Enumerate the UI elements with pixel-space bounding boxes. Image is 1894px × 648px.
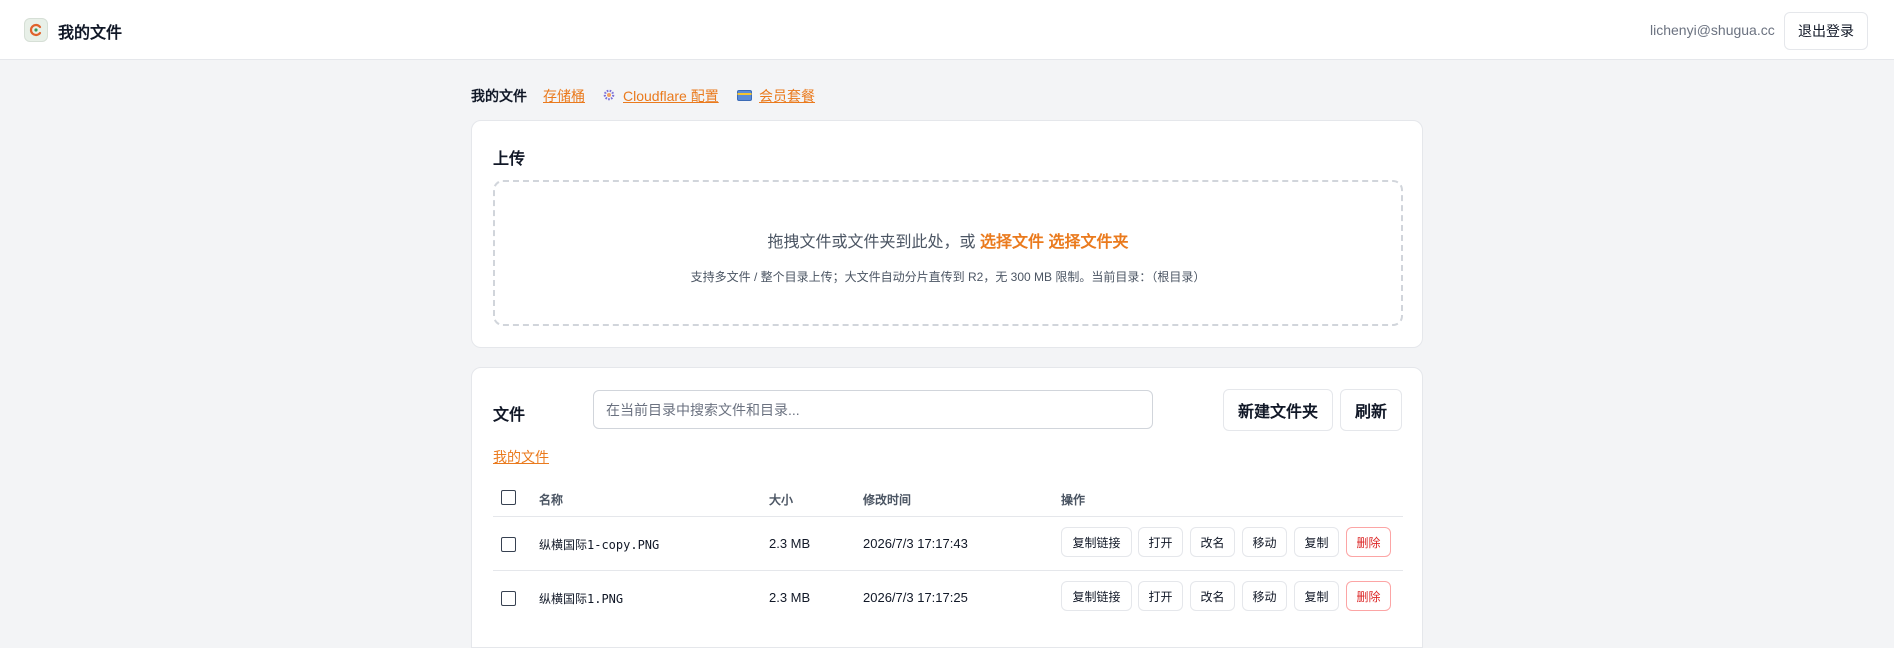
- nav-item-buckets[interactable]: 存储桶: [543, 86, 585, 106]
- file-size: 2.3 MB: [769, 536, 811, 551]
- file-name[interactable]: 纵横国际1-copy.PNG: [539, 536, 659, 553]
- delete-button[interactable]: 删除: [1346, 581, 1391, 611]
- dropzone-text: 拖拽文件或文件夹到此处，或 选择文件 选择文件夹: [495, 228, 1401, 252]
- select-all-checkbox[interactable]: [501, 490, 516, 505]
- table-row: 纵横国际1-copy.PNG 2.3 MB 2026/7/3 17:17:43 …: [493, 516, 1403, 570]
- select-folder-link[interactable]: 选择文件夹: [1048, 234, 1128, 251]
- nav-item-my-files: 我的文件: [471, 88, 527, 104]
- delete-button[interactable]: 删除: [1346, 527, 1391, 557]
- copy-link-button[interactable]: 复制链接: [1061, 527, 1132, 557]
- drop-instructions: 拖拽文件或文件夹到此处，或: [767, 234, 976, 251]
- top-bar: 我的文件 lichenyi@shugua.cc 退出登录: [0, 0, 1894, 60]
- gear-icon: [602, 86, 616, 105]
- upload-title: 上传: [493, 151, 526, 168]
- breadcrumb[interactable]: 我的文件: [493, 447, 549, 467]
- rename-button[interactable]: 改名: [1190, 527, 1235, 557]
- open-button[interactable]: 打开: [1138, 527, 1183, 557]
- copy-button[interactable]: 复制: [1294, 581, 1339, 611]
- select-file-link[interactable]: 选择文件: [980, 234, 1044, 251]
- file-modified: 2026/7/3 17:17:25: [863, 590, 968, 605]
- upload-hint: 支持多文件 / 整个目录上传；大文件自动分片直传到 R2，无 300 MB 限制…: [690, 270, 1206, 284]
- files-card: 文件 新建文件夹 刷新 我的文件 名称 大小 修改时间 操作 纵横国际1-cop…: [471, 367, 1423, 648]
- files-title: 文件: [493, 407, 526, 424]
- refresh-button[interactable]: 刷新: [1340, 389, 1402, 431]
- app-title: 我的文件: [58, 25, 123, 42]
- row-checkbox[interactable]: [501, 591, 516, 606]
- app-logo-icon: [24, 18, 48, 42]
- move-button[interactable]: 移动: [1242, 581, 1287, 611]
- nav-item-membership[interactable]: 会员套餐: [759, 86, 815, 106]
- column-header-size: 大小: [769, 493, 794, 507]
- row-checkbox[interactable]: [501, 537, 516, 552]
- file-size: 2.3 MB: [769, 590, 811, 605]
- logout-button[interactable]: 退出登录: [1784, 12, 1868, 50]
- upload-card: 上传 拖拽文件或文件夹到此处，或 选择文件 选择文件夹 支持多文件 / 整个目录…: [471, 120, 1423, 348]
- file-name[interactable]: 纵横国际1.PNG: [539, 590, 623, 607]
- nav-item-cloudflare-config[interactable]: Cloudflare 配置: [623, 86, 719, 106]
- new-folder-button[interactable]: 新建文件夹: [1223, 389, 1333, 431]
- search-input[interactable]: [593, 390, 1153, 429]
- card-icon: [737, 86, 752, 105]
- user-email: lichenyi@shugua.cc: [1650, 22, 1775, 38]
- column-header-modified: 修改时间: [863, 493, 912, 507]
- rename-button[interactable]: 改名: [1190, 581, 1235, 611]
- column-header-actions: 操作: [1061, 493, 1086, 507]
- column-header-name: 名称: [539, 493, 564, 507]
- table-row: 纵横国际1.PNG 2.3 MB 2026/7/3 17:17:25 复制链接 …: [493, 570, 1403, 624]
- copy-link-button[interactable]: 复制链接: [1061, 581, 1132, 611]
- copy-button[interactable]: 复制: [1294, 527, 1339, 557]
- upload-dropzone[interactable]: 拖拽文件或文件夹到此处，或 选择文件 选择文件夹 支持多文件 / 整个目录上传；…: [493, 180, 1403, 326]
- file-modified: 2026/7/3 17:17:43: [863, 536, 968, 551]
- open-button[interactable]: 打开: [1138, 581, 1183, 611]
- move-button[interactable]: 移动: [1242, 527, 1287, 557]
